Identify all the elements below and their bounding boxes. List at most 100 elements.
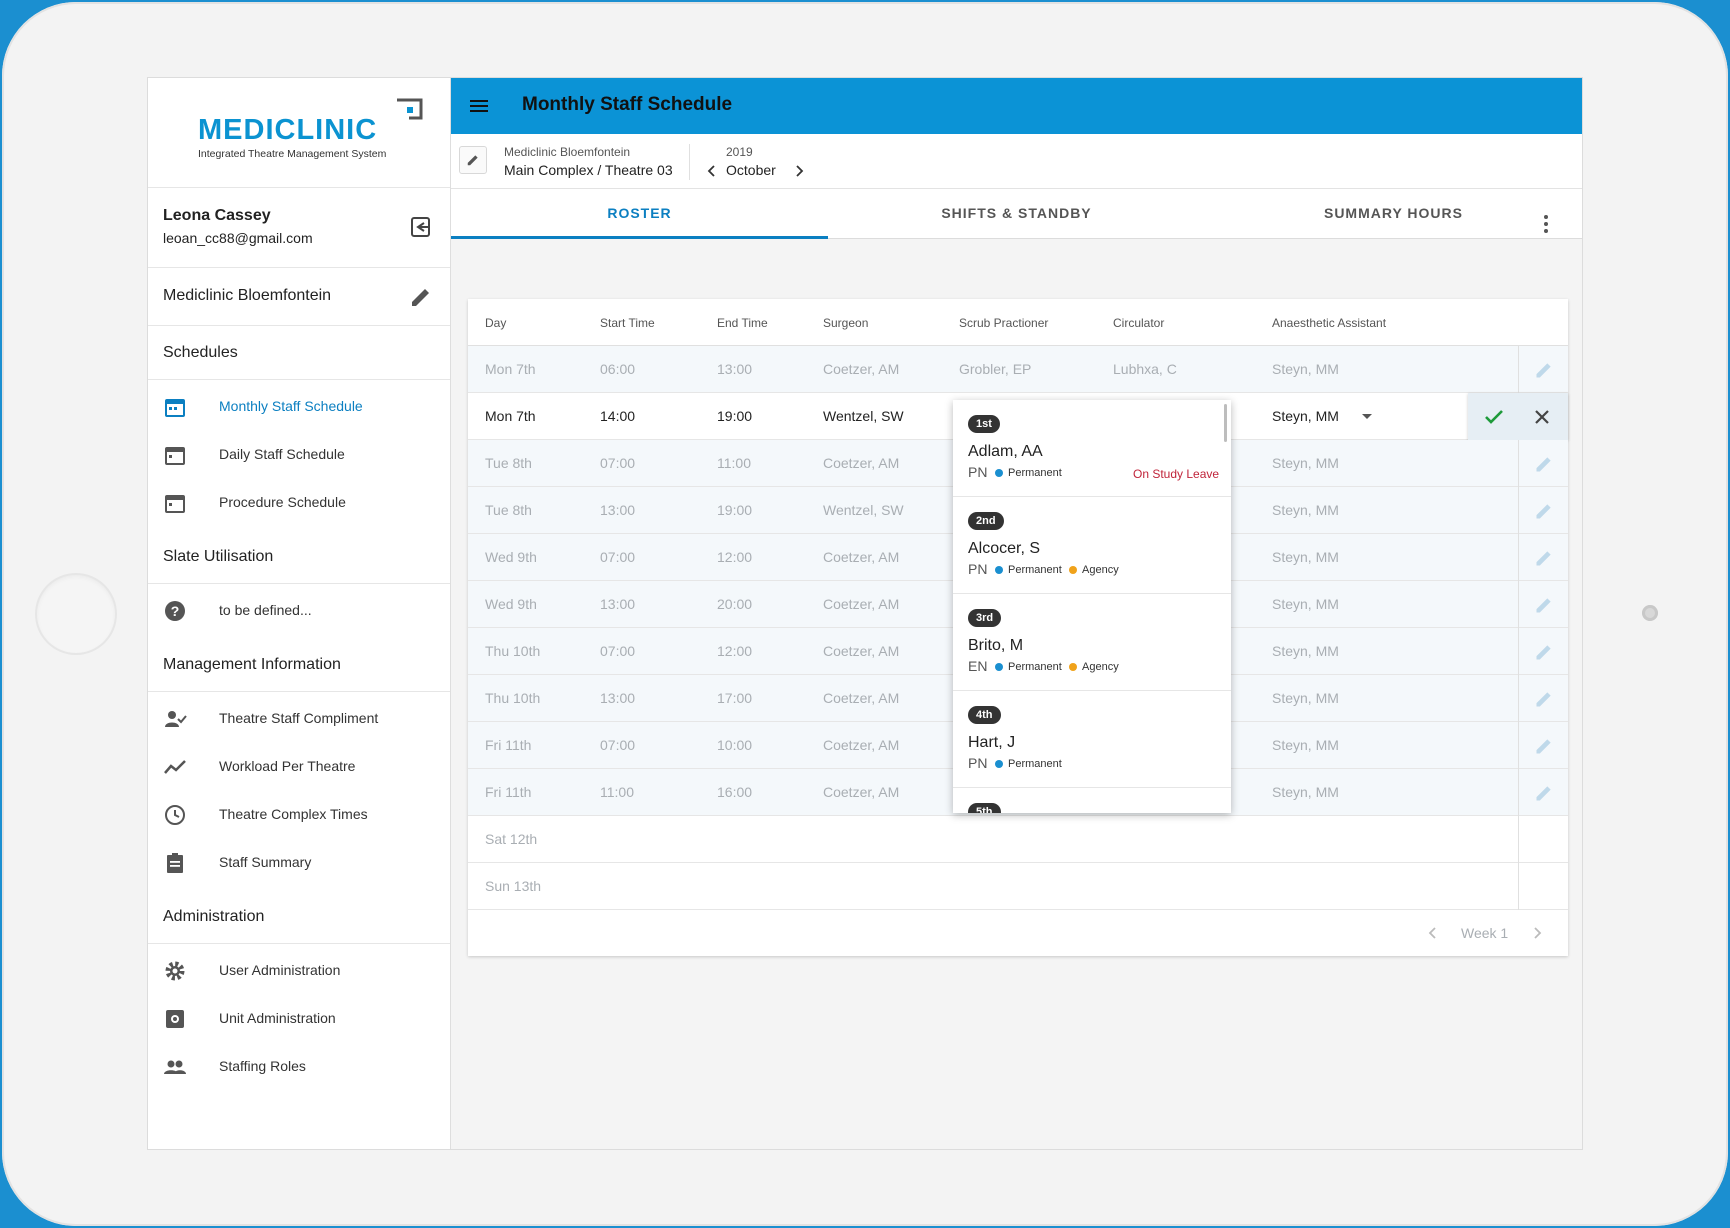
sidebar-item-theatre-staff-compliment[interactable]: Theatre Staff Compliment <box>148 695 450 743</box>
pencil-icon <box>1536 363 1551 378</box>
chevron-right-icon[interactable] <box>792 164 806 178</box>
cell-surgeon: Wentzel, SW <box>823 502 904 518</box>
edit-row-button[interactable] <box>1518 346 1568 393</box>
sidebar-item-theatre-complex-times[interactable]: Theatre Complex Times <box>148 791 450 839</box>
cell-surgeon: Coetzer, AM <box>823 455 900 471</box>
staff-name: Alcocer, S <box>968 540 1041 557</box>
sidebar-item-label: Procedure Schedule <box>219 494 346 510</box>
sidebar-item-workload-per-theatre[interactable]: Workload Per Theatre <box>148 743 450 791</box>
cell-end-time: 11:00 <box>717 455 751 471</box>
cell-end-time: 17:00 <box>717 690 753 706</box>
sidebar-item-user-administration[interactable]: User Administration <box>148 947 450 995</box>
pencil-icon[interactable] <box>409 285 433 309</box>
edit-row-button[interactable] <box>1518 581 1568 628</box>
nav-group-management: Theatre Staff Compliment Workload Per Th… <box>148 692 450 890</box>
tablet-frame: MEDICLINIC Integrated Theatre Management… <box>2 2 1728 1226</box>
logout-icon[interactable] <box>409 215 433 239</box>
hospital-selector: Mediclinic Bloemfontein <box>148 268 450 326</box>
cell-end-time: 20:00 <box>717 596 753 612</box>
tab-roster[interactable]: ROSTER <box>451 189 828 239</box>
context-location: Main Complex / Theatre 03 <box>504 162 673 178</box>
sidebar-item-staffing-roles[interactable]: Staffing Roles <box>148 1043 450 1091</box>
sidebar-item-daily-staff-schedule[interactable]: Daily Staff Schedule <box>148 431 450 479</box>
edit-row-button[interactable] <box>1518 769 1568 816</box>
sidebar-item-label: Staff Summary <box>219 854 312 870</box>
user-info: Leona Cassey leoan_cc88@gmail.com <box>148 188 450 268</box>
staff-option[interactable]: 4th Hart, J PN Permanent <box>953 691 1231 788</box>
cell-surgeon: Coetzer, AM <box>823 596 900 612</box>
nav-group-slate: ? to be defined... <box>148 584 450 638</box>
edit-context-button[interactable] <box>459 146 487 174</box>
sidebar-item-unit-administration[interactable]: Unit Administration <box>148 995 450 1043</box>
page-title: Monthly Staff Schedule <box>522 94 733 115</box>
status-dot-icon <box>995 566 1003 574</box>
edit-row-button[interactable] <box>1518 722 1568 769</box>
employment-tag: Agency <box>1069 564 1119 576</box>
cell-day: Tue 8th <box>485 455 532 471</box>
sidebar-item-procedure-schedule[interactable]: Procedure Schedule <box>148 479 450 527</box>
edit-row-button[interactable] <box>1518 487 1568 534</box>
rank-badge: 2nd <box>968 512 1004 530</box>
gear-icon <box>165 961 185 981</box>
sidebar-item-label: User Administration <box>219 962 341 978</box>
section-title-administration: Administration <box>148 890 450 944</box>
cell-day: Wed 9th <box>485 596 537 612</box>
more-vert-icon[interactable] <box>1534 212 1558 236</box>
cell-anaesthetic-assistant: Steyn, MM <box>1272 737 1339 753</box>
tab-summary-hours[interactable]: SUMMARY HOURS <box>1205 189 1582 238</box>
staff-option[interactable]: 5th <box>953 788 1231 813</box>
section-title-slate-utilisation: Slate Utilisation <box>148 530 450 584</box>
chevron-right-icon[interactable] <box>1530 926 1544 940</box>
cell-end-time: 13:00 <box>717 361 753 377</box>
employment-tag: Agency <box>1069 661 1119 673</box>
section-title-schedules: Schedules <box>148 326 450 380</box>
employment-tag: Permanent <box>995 758 1062 770</box>
person-check-icon <box>165 711 187 727</box>
close-icon[interactable] <box>1530 405 1554 429</box>
tab-shifts-standby[interactable]: SHIFTS & STANDBY <box>828 189 1205 238</box>
table-row[interactable]: Sun 13th <box>468 863 1568 910</box>
settings-box-icon <box>166 1010 184 1028</box>
sidebar-item-label: Daily Staff Schedule <box>219 446 345 462</box>
calendar-icon <box>165 447 185 465</box>
tag-label: Permanent <box>1008 661 1062 673</box>
pencil-icon <box>1536 598 1551 613</box>
section-title-management-information: Management Information <box>148 638 450 692</box>
edit-row-button[interactable] <box>1518 440 1568 487</box>
cell-surgeon: Coetzer, AM <box>823 737 900 753</box>
sidebar-item-monthly-staff-schedule[interactable]: Monthly Staff Schedule <box>148 383 450 431</box>
dropdown-arrow-icon[interactable] <box>1362 414 1372 419</box>
menu-icon[interactable] <box>467 94 491 118</box>
edit-row-button[interactable] <box>1518 675 1568 722</box>
sidebar-item-staff-summary[interactable]: Staff Summary <box>148 839 450 887</box>
column-header-circulator: Circulator <box>1113 316 1165 330</box>
brand-subtitle: Integrated Theatre Management System <box>198 148 387 160</box>
check-icon[interactable] <box>1482 405 1506 429</box>
app-bar: Monthly Staff Schedule <box>451 78 1582 134</box>
sidebar-item-to-be-defined[interactable]: ? to be defined... <box>148 587 450 635</box>
cell-anaesthetic-assistant[interactable]: Steyn, MM <box>1272 408 1339 424</box>
home-button[interactable] <box>37 575 115 653</box>
pagination: Week 1 <box>468 909 1568 956</box>
pencil-icon <box>1536 551 1551 566</box>
table-row[interactable]: Mon 7th 06:00 13:00 Coetzer, AM Grobler, EP L… <box>468 346 1568 393</box>
camera-icon <box>1642 605 1658 621</box>
cell-start-time: 14:00 <box>600 408 636 424</box>
cell-surgeon: Coetzer, AM <box>823 690 900 706</box>
hospital-name: Mediclinic Bloemfontein <box>163 287 332 304</box>
table-row[interactable]: Sat 12th <box>468 816 1568 863</box>
cell-day: Fri 11th <box>485 737 532 753</box>
clipboard-icon <box>167 853 183 873</box>
staff-option[interactable]: 2nd Alcocer, S PN Permanent Agency <box>953 497 1231 594</box>
staff-option[interactable]: 3rd Brito, M EN Permanent Agency <box>953 594 1231 691</box>
edit-row-button[interactable] <box>1518 628 1568 675</box>
cell-day: Thu 10th <box>485 690 541 706</box>
staff-select-dropdown: 1st Adlam, AA PN Permanent On Study Leave 2nd… <box>953 400 1231 813</box>
context-divider <box>689 144 690 180</box>
edit-row-button[interactable] <box>1518 534 1568 581</box>
staff-option[interactable]: 1st Adlam, AA PN Permanent On Study Leave <box>953 400 1231 497</box>
chevron-left-icon[interactable] <box>705 164 719 178</box>
chevron-left-icon[interactable] <box>1426 926 1440 940</box>
cell-start-time: 07:00 <box>600 737 636 753</box>
people-icon <box>164 1060 186 1074</box>
